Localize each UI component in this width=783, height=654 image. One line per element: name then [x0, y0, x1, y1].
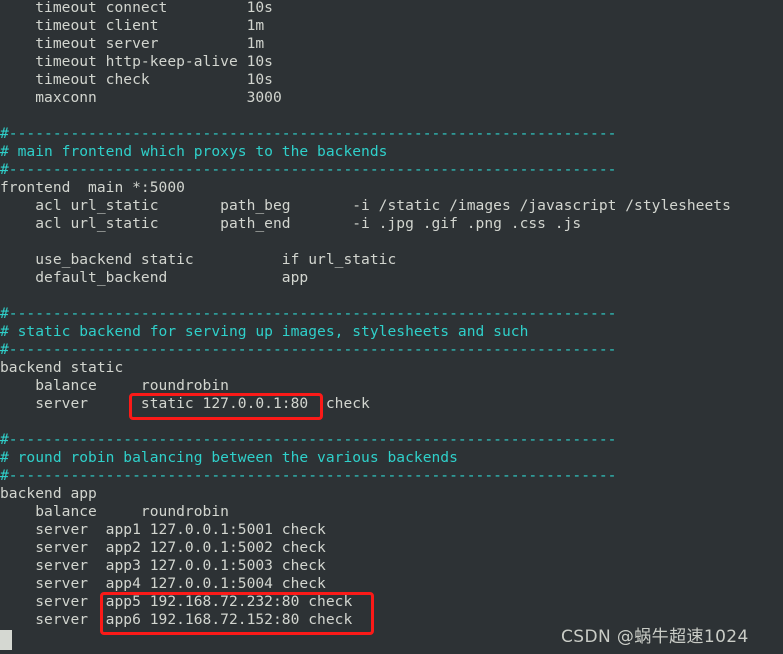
terminal-line: #---------------------------------------…	[0, 161, 617, 178]
terminal-line: timeout http-keep-alive 10s	[0, 53, 273, 70]
terminal-screen: timeout connect 10s timeout client 1m ti…	[0, 0, 783, 654]
terminal-line: server app2 127.0.0.1:5002 check	[0, 539, 326, 556]
terminal-line: #---------------------------------------…	[0, 125, 617, 142]
terminal-line: #---------------------------------------…	[0, 431, 617, 448]
terminal-line: default_backend app	[0, 269, 309, 286]
terminal-line: timeout server 1m	[0, 35, 265, 52]
terminal-line: timeout check 10s	[0, 71, 273, 88]
terminal-line: balance roundrobin	[0, 503, 229, 520]
terminal-line: timeout client 1m	[0, 17, 265, 34]
terminal-line: #---------------------------------------…	[0, 305, 617, 322]
terminal-line: backend static	[0, 359, 124, 376]
terminal-line: # main frontend which proxys to the back…	[0, 143, 388, 160]
terminal-line: #---------------------------------------…	[0, 341, 617, 358]
terminal-line: backend app	[0, 485, 97, 502]
terminal-line: frontend main *:5000	[0, 179, 185, 196]
terminal-line: # static backend for serving up images, …	[0, 323, 529, 340]
terminal-line: acl url_static path_beg -i /static /imag…	[0, 197, 731, 214]
csdn-watermark: CSDN @蜗牛超速1024	[561, 627, 749, 647]
terminal-line: server app6 192.168.72.152:80 check	[0, 611, 353, 628]
terminal-line: server static 127.0.0.1:80 check	[0, 395, 370, 412]
terminal-line: server app3 127.0.0.1:5003 check	[0, 557, 326, 574]
terminal-line: use_backend static if url_static	[0, 251, 397, 268]
terminal-line: timeout connect 10s	[0, 0, 273, 16]
terminal-line: server app4 127.0.0.1:5004 check	[0, 575, 326, 592]
terminal-line: server app5 192.168.72.232:80 check	[0, 593, 353, 610]
terminal-text-area[interactable]: timeout connect 10s timeout client 1m ti…	[0, 0, 783, 654]
terminal-line: server app1 127.0.0.1:5001 check	[0, 521, 326, 538]
terminal-line: # round robin balancing between the vari…	[0, 449, 458, 466]
terminal-line: balance roundrobin	[0, 377, 229, 394]
terminal-line: #---------------------------------------…	[0, 467, 617, 484]
terminal-line: maxconn 3000	[0, 89, 282, 106]
terminal-line: acl url_static path_end -i .jpg .gif .pn…	[0, 215, 582, 232]
terminal-cursor	[0, 630, 12, 650]
